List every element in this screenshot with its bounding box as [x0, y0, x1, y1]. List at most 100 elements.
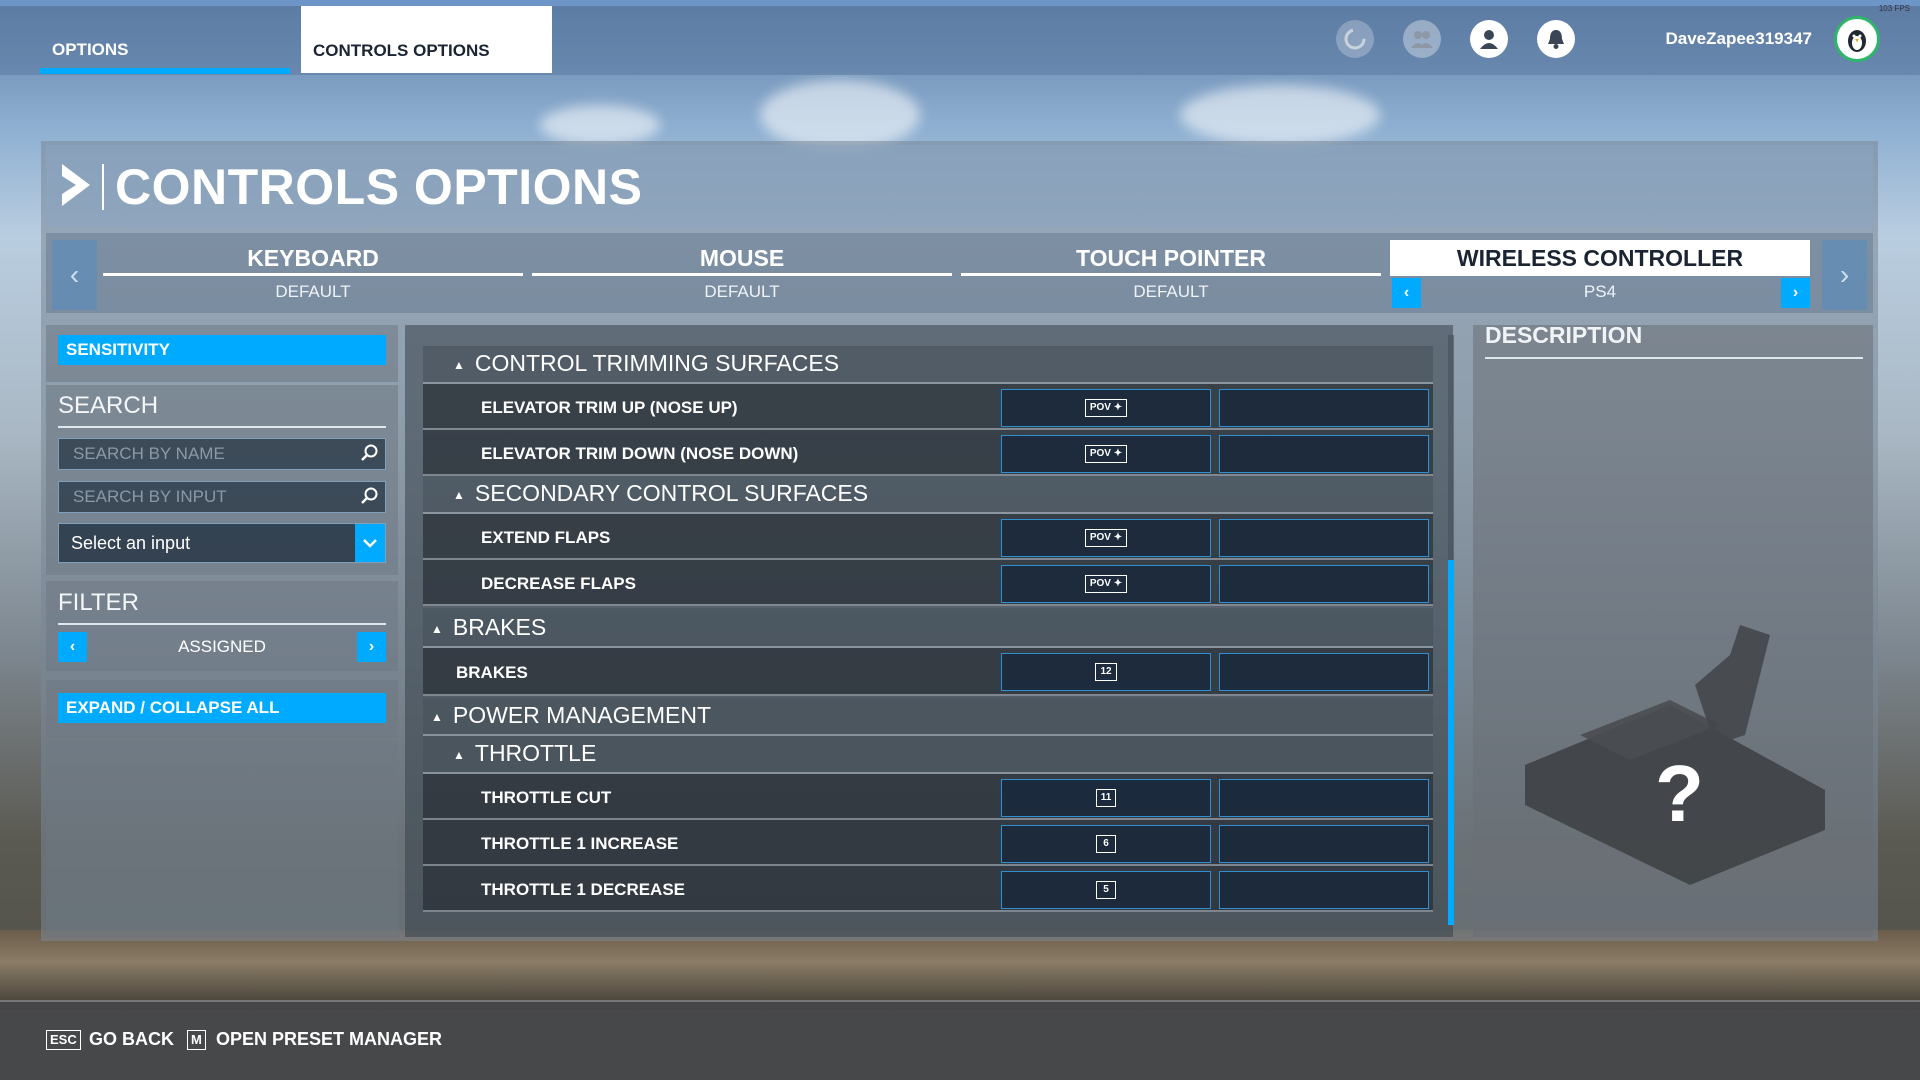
open-preset-manager-button[interactable]: OPEN PRESET MANAGER	[216, 1029, 442, 1050]
category-power-management[interactable]: ▲ POWER MANAGEMENT	[423, 698, 1433, 736]
category-label: BRAKES	[452, 614, 547, 640]
device-tab-wireless-controller[interactable]: WIRELESS CONTROLLER PS4 ‹ ›	[1390, 240, 1810, 310]
binding-label: BRAKES	[456, 663, 528, 682]
binding-slot-primary[interactable]: POV ✦	[1001, 389, 1211, 427]
binding-slot-primary[interactable]: POV ✦	[1001, 519, 1211, 557]
binding-slot-secondary[interactable]	[1219, 653, 1429, 691]
filter-value: ASSIGNED	[178, 637, 266, 656]
category-control-trimming-surfaces[interactable]: ▲ CONTROL TRIMMING SURFACES	[423, 346, 1433, 384]
unknown-input-placeholder: ?	[1655, 749, 1704, 838]
chevron-down-icon[interactable]	[355, 524, 385, 562]
filter-heading: FILTER	[58, 589, 386, 625]
device-preset: DEFAULT	[704, 282, 780, 301]
search-heading: SEARCH	[58, 392, 386, 428]
search-icon[interactable]	[359, 486, 379, 506]
binding-row[interactable]: THROTTLE 1 INCREASE 6	[423, 820, 1433, 866]
cloud	[760, 80, 920, 150]
category-brakes[interactable]: ▲ BRAKES	[423, 608, 1433, 648]
binding-slot-secondary[interactable]	[1219, 435, 1429, 473]
binding-label: THROTTLE CUT	[481, 788, 612, 807]
search-by-name-input[interactable]: SEARCH BY NAME	[58, 438, 386, 470]
device-tab-keyboard[interactable]: KEYBOARD DEFAULT	[103, 240, 523, 310]
tab-controls-options[interactable]: CONTROLS OPTIONS	[301, 6, 552, 73]
pov-icon: POV ✦	[1084, 529, 1128, 547]
preset-prev-arrow[interactable]: ‹	[1392, 278, 1421, 308]
binding-label: ELEVATOR TRIM UP (NOSE UP)	[481, 398, 738, 417]
device-name: TOUCH POINTER	[961, 240, 1381, 276]
device-name: KEYBOARD	[103, 240, 523, 276]
binding-slot-primary[interactable]: 5	[1001, 871, 1211, 909]
binding-row[interactable]: BRAKES 12	[423, 648, 1433, 696]
search-by-name-placeholder: SEARCH BY NAME	[73, 444, 225, 463]
binding-row[interactable]: ELEVATOR TRIM UP (NOSE UP) POV ✦	[423, 384, 1433, 430]
device-preset: DEFAULT	[275, 282, 351, 301]
binding-slot-primary[interactable]: POV ✦	[1001, 435, 1211, 473]
username[interactable]: DaveZapee319347	[1665, 29, 1812, 49]
pov-icon: POV ✦	[1084, 399, 1128, 417]
binding-row[interactable]: ELEVATOR TRIM DOWN (NOSE DOWN) POV ✦	[423, 430, 1433, 476]
device-preset: DEFAULT	[1133, 282, 1209, 301]
binding-row[interactable]: DECREASE FLAPS POV ✦	[423, 560, 1433, 606]
device-tab-touch-pointer[interactable]: TOUCH POINTER DEFAULT	[961, 240, 1381, 310]
caret-up-icon: ▲	[453, 487, 465, 502]
title-divider	[102, 164, 104, 210]
description-heading: DESCRIPTION	[1485, 322, 1863, 359]
friends-icon[interactable]	[1403, 20, 1441, 58]
preset-next-arrow[interactable]: ›	[1781, 278, 1810, 308]
binding-slot-secondary[interactable]	[1219, 565, 1429, 603]
binding-slot-secondary[interactable]	[1219, 825, 1429, 863]
binding-slot-secondary[interactable]	[1219, 871, 1429, 909]
caret-up-icon: ▲	[453, 747, 465, 762]
cloud	[540, 105, 660, 145]
avatar[interactable]	[1834, 16, 1880, 62]
binding-row[interactable]: THROTTLE CUT 11	[423, 774, 1433, 820]
category-label: SECONDARY CONTROL SURFACES	[474, 480, 869, 506]
spinner-icon[interactable]	[1336, 20, 1374, 58]
tab-options[interactable]: OPTIONS	[40, 6, 290, 74]
binding-slot-secondary[interactable]	[1219, 779, 1429, 817]
device-name: WIRELESS CONTROLLER	[1390, 240, 1810, 276]
device-tab-mouse[interactable]: MOUSE DEFAULT	[532, 240, 952, 310]
select-input-dropdown[interactable]: Select an input	[58, 523, 386, 563]
binding-row[interactable]: THROTTLE 1 DECREASE 5	[423, 866, 1433, 912]
binding-label: DECREASE FLAPS	[481, 574, 636, 593]
cloud	[1180, 85, 1380, 145]
esc-key-icon: ESC	[46, 1030, 81, 1050]
binding-slot-primary[interactable]: 11	[1001, 779, 1211, 817]
binding-slot-secondary[interactable]	[1219, 519, 1429, 557]
button-5-icon: 5	[1096, 881, 1116, 899]
go-back-button[interactable]: GO BACK	[89, 1029, 174, 1050]
pov-icon: POV ✦	[1084, 575, 1128, 593]
expand-collapse-all-button[interactable]: EXPAND / COLLAPSE ALL	[58, 693, 386, 723]
filter-prev-arrow[interactable]: ‹	[58, 632, 87, 662]
binding-slot-secondary[interactable]	[1219, 389, 1429, 427]
button-6-icon: 6	[1096, 835, 1116, 853]
category-label: POWER MANAGEMENT	[452, 702, 712, 728]
caret-up-icon: ▲	[431, 709, 443, 724]
binding-row[interactable]: EXTEND FLAPS POV ✦	[423, 514, 1433, 560]
filter-next-arrow[interactable]: ›	[357, 632, 386, 662]
m-key-icon: M	[187, 1030, 206, 1050]
mountain-scenery	[0, 930, 1920, 1010]
device-prev-arrow[interactable]: ‹	[52, 240, 97, 310]
scrollbar-thumb[interactable]	[1448, 560, 1454, 925]
category-label: THROTTLE	[474, 740, 597, 766]
sensitivity-button[interactable]: SENSITIVITY	[58, 335, 386, 365]
button-12-icon: 12	[1095, 663, 1117, 681]
binding-slot-primary[interactable]: POV ✦	[1001, 565, 1211, 603]
binding-label: THROTTLE 1 DECREASE	[481, 880, 686, 899]
binding-slot-primary[interactable]: 6	[1001, 825, 1211, 863]
category-secondary-control-surfaces[interactable]: ▲ SECONDARY CONTROL SURFACES	[423, 476, 1433, 514]
category-throttle[interactable]: ▲ THROTTLE	[423, 736, 1433, 774]
caret-up-icon: ▲	[453, 357, 465, 372]
binding-slot-primary[interactable]: 12	[1001, 653, 1211, 691]
profile-icon[interactable]	[1470, 20, 1508, 58]
button-11-icon: 11	[1095, 789, 1117, 807]
binding-label: THROTTLE 1 INCREASE	[481, 834, 679, 853]
bell-icon[interactable]	[1537, 20, 1575, 58]
search-icon[interactable]	[359, 443, 379, 463]
search-by-input-input[interactable]: SEARCH BY INPUT	[58, 481, 386, 513]
category-label: CONTROL TRIMMING SURFACES	[474, 350, 840, 376]
device-next-arrow[interactable]: ›	[1822, 240, 1867, 310]
fps-counter: 103 FPS	[1878, 4, 1910, 13]
